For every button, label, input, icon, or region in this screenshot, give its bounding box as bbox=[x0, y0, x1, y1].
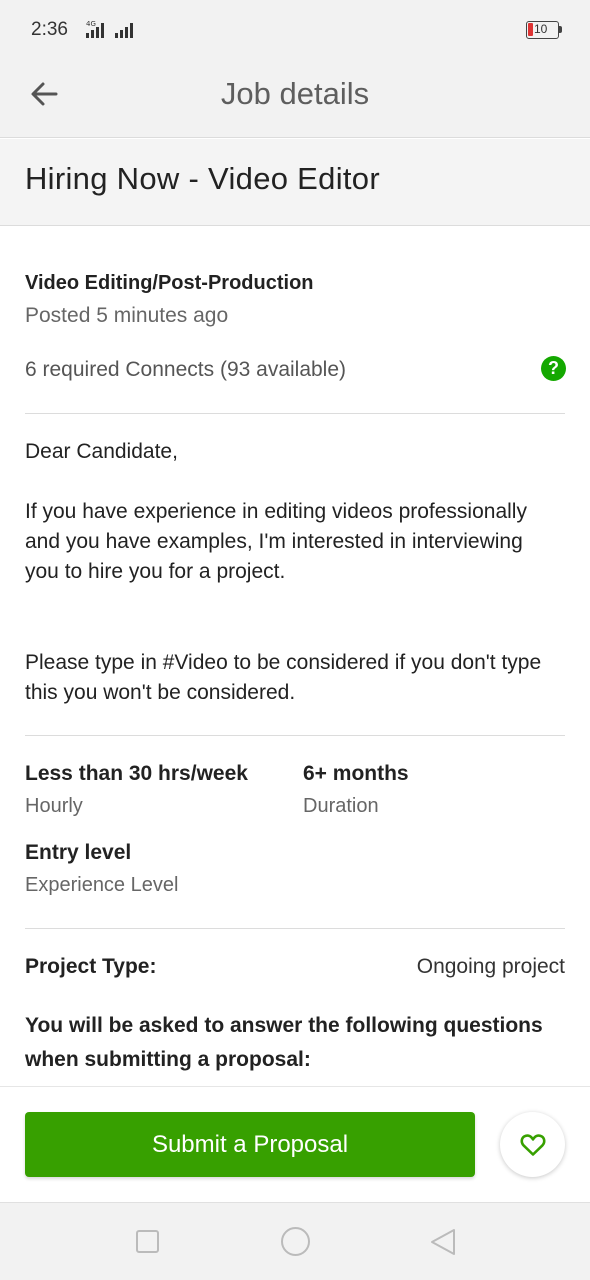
recent-apps-icon[interactable] bbox=[136, 1230, 159, 1253]
battery-level: 10 bbox=[534, 22, 548, 36]
duration-label: Duration bbox=[303, 795, 379, 817]
description-paragraph: Please type in #Video to be considered i… bbox=[25, 651, 542, 704]
experience-value: Entry level bbox=[25, 841, 132, 864]
page-title: Job details bbox=[220, 76, 370, 111]
project-type-value: Ongoing project bbox=[416, 955, 565, 978]
hours-value: Less than 30 hrs/week bbox=[25, 762, 248, 785]
network-type: 4G bbox=[86, 20, 96, 28]
save-job-button[interactable] bbox=[500, 1112, 565, 1177]
project-type-label: Project Type: bbox=[25, 955, 157, 978]
divider bbox=[25, 413, 565, 414]
signal-icon: 4G bbox=[86, 20, 133, 38]
posted-time: Posted 5 minutes ago bbox=[25, 304, 229, 327]
battery-icon: 10 bbox=[526, 21, 559, 39]
required-connects: 6 required Connects (93 available) bbox=[25, 358, 347, 381]
hours-label: Hourly bbox=[25, 795, 83, 817]
help-icon[interactable]: ? bbox=[541, 356, 566, 381]
duration-value: 6+ months bbox=[303, 762, 409, 785]
description-greeting: Dear Candidate, bbox=[25, 440, 178, 463]
description-paragraph: If you have experience in editing videos… bbox=[25, 500, 527, 583]
system-back-icon[interactable] bbox=[428, 1227, 458, 1257]
home-icon[interactable] bbox=[281, 1227, 310, 1256]
experience-label: Experience Level bbox=[25, 874, 179, 896]
status-bar: 2:36 4G 10 bbox=[0, 0, 590, 58]
status-time: 2:36 bbox=[31, 19, 68, 40]
divider bbox=[25, 928, 565, 929]
app-bar: Job details bbox=[0, 58, 590, 138]
job-category: Video Editing/Post-Production bbox=[25, 272, 314, 294]
heart-icon bbox=[519, 1133, 546, 1156]
job-title-band: Hiring Now - Video Editor bbox=[0, 139, 590, 226]
questions-note: You will be asked to answer the followin… bbox=[25, 1014, 543, 1071]
system-nav-bar bbox=[0, 1202, 590, 1280]
divider bbox=[25, 735, 565, 736]
job-title: Hiring Now - Video Editor bbox=[25, 161, 380, 196]
submit-proposal-button[interactable]: Submit a Proposal bbox=[25, 1112, 475, 1177]
action-bar: Submit a Proposal bbox=[0, 1086, 590, 1202]
